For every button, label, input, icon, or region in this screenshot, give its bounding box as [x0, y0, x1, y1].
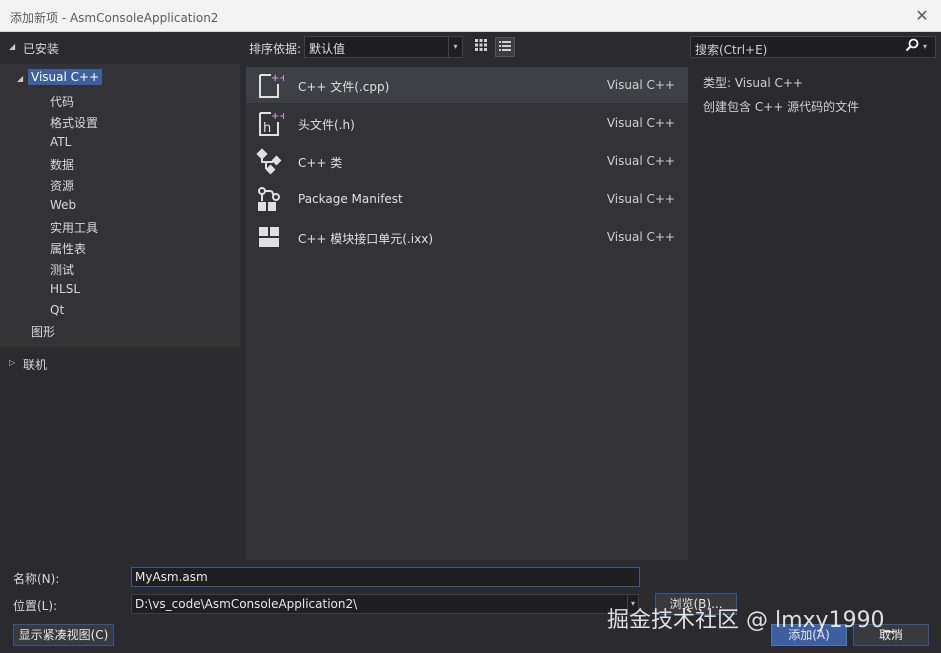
- header-file-icon: h ++: [256, 109, 288, 137]
- tree-item-visual-cpp[interactable]: Visual C++: [28, 69, 103, 85]
- template-name: 头文件(.h): [298, 118, 355, 132]
- tree-item-atl[interactable]: ATL: [50, 135, 71, 149]
- list-item[interactable]: C++ 类 Visual C++: [246, 143, 688, 179]
- template-name: C++ 文件(.cpp): [298, 80, 390, 94]
- module-icon: [256, 223, 284, 251]
- search-placeholder: 搜索(Ctrl+E): [695, 43, 768, 57]
- template-name: C++ 模块接口单元(.ixx): [298, 232, 434, 246]
- category-tree: ◢ 已安装 ◢ Visual C++ 代码 格式设置 ATL 数据 资源 Web…: [0, 32, 240, 560]
- window-title: 添加新项 - AsmConsoleApplication2: [10, 11, 219, 25]
- expand-right-icon[interactable]: ▷: [9, 358, 15, 367]
- list-item[interactable]: C++ 模块接口单元(.ixx) Visual C++: [246, 219, 688, 255]
- title-bar: 添加新项 - AsmConsoleApplication2 ✕: [0, 0, 941, 32]
- tree-item-test[interactable]: 测试: [50, 261, 74, 278]
- template-language: Visual C++: [606, 230, 675, 244]
- cpp-file-icon: ++: [256, 71, 288, 99]
- search-icon[interactable]: [903, 38, 921, 56]
- tree-item-installed[interactable]: 已安装: [23, 40, 59, 57]
- svg-text:h: h: [263, 121, 271, 136]
- location-field[interactable]: D:\vs_code\AsmConsoleApplication2\: [131, 594, 628, 614]
- name-field[interactable]: MyAsm.asm: [131, 567, 640, 587]
- info-type: 类型: Visual C++: [703, 76, 803, 90]
- expand-down-icon[interactable]: ◢: [17, 74, 23, 83]
- template-name: C++ 类: [298, 156, 343, 170]
- template-language: Visual C++: [606, 192, 675, 206]
- list-item[interactable]: Package Manifest Visual C++: [246, 181, 688, 217]
- tree-item-web[interactable]: Web: [50, 198, 76, 212]
- template-language: Visual C++: [606, 154, 675, 168]
- chevron-down-icon[interactable]: ▾: [923, 39, 933, 55]
- template-language: Visual C++: [606, 78, 675, 92]
- sort-label: 排序依据:: [249, 42, 302, 56]
- tree-item-hlsl[interactable]: HLSL: [50, 282, 80, 296]
- package-manifest-icon: [256, 185, 284, 213]
- svg-text:++: ++: [271, 111, 284, 122]
- chevron-down-icon[interactable]: ▾: [448, 37, 462, 57]
- tree-item-online[interactable]: 联机: [23, 356, 47, 373]
- tree-item-qt[interactable]: Qt: [50, 303, 64, 317]
- watermark: 掘金技术社区 @ lmxy1990_: [607, 608, 896, 633]
- name-label: 名称(N):: [13, 572, 60, 586]
- tree-item-data[interactable]: 数据: [50, 156, 74, 173]
- template-name: Package Manifest: [298, 192, 403, 206]
- tree-item-formatting[interactable]: 格式设置: [50, 114, 98, 131]
- list-item[interactable]: h ++ 头文件(.h) Visual C++: [246, 105, 688, 141]
- tree-item-graphics[interactable]: 图形: [31, 323, 55, 340]
- template-list: ++ C++ 文件(.cpp) Visual C++ h ++ 头文件(.h) V…: [246, 67, 688, 560]
- tree-item-property-sheets[interactable]: 属性表: [50, 240, 86, 257]
- tree-item-code[interactable]: 代码: [50, 93, 74, 110]
- sort-value: 默认值: [309, 42, 346, 56]
- installed-panel: [0, 64, 240, 347]
- grid-view-icon[interactable]: [471, 37, 491, 57]
- sort-select[interactable]: 默认值 ▾: [304, 36, 463, 58]
- info-description: 创建包含 C++ 源代码的文件: [703, 100, 860, 114]
- close-icon[interactable]: ✕: [911, 5, 933, 27]
- compact-view-button[interactable]: 显示紧凑视图(C): [13, 624, 114, 646]
- class-icon: [256, 147, 284, 175]
- dialog-body: ◢ 已安装 ◢ Visual C++ 代码 格式设置 ATL 数据 资源 Web…: [0, 32, 941, 653]
- list-item[interactable]: ++ C++ 文件(.cpp) Visual C++: [246, 67, 688, 103]
- expand-down-icon[interactable]: ◢: [9, 42, 15, 51]
- list-view-icon[interactable]: [495, 37, 515, 57]
- search-input[interactable]: 搜索(Ctrl+E) ▾: [690, 36, 936, 58]
- tree-item-resources[interactable]: 资源: [50, 177, 74, 194]
- template-language: Visual C++: [606, 116, 675, 130]
- location-label: 位置(L):: [13, 599, 58, 613]
- tree-item-utility[interactable]: 实用工具: [50, 219, 98, 236]
- svg-text:++: ++: [271, 73, 284, 84]
